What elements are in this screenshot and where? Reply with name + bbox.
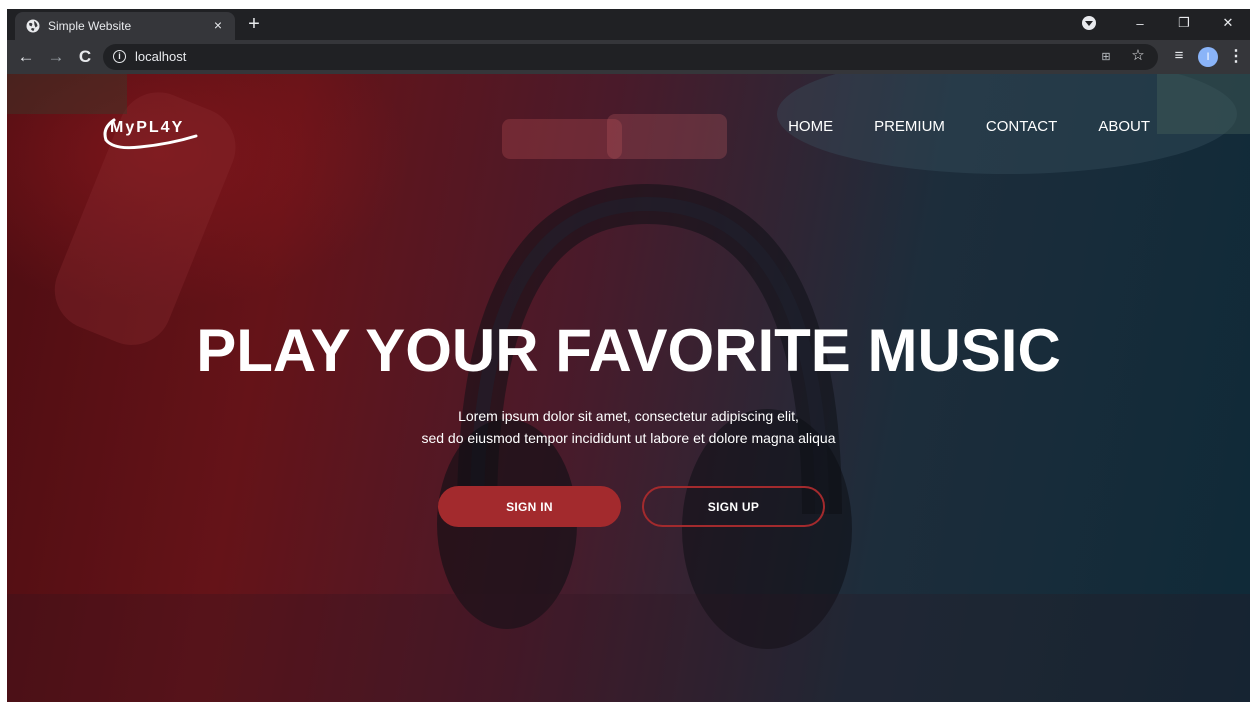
- kebab-menu-icon[interactable]: ⋮: [1228, 47, 1244, 67]
- tab-strip: Simple Website × + – ❐ ✕: [7, 9, 1250, 40]
- main-nav: HOME PREMIUM CONTACT ABOUT: [788, 118, 1150, 135]
- new-tab-button[interactable]: +: [244, 14, 264, 34]
- site-logo[interactable]: MyPL4Y: [100, 116, 200, 152]
- browser-tab[interactable]: Simple Website ×: [15, 12, 235, 40]
- restore-button[interactable]: ❐: [1162, 9, 1206, 37]
- nav-about[interactable]: ABOUT: [1098, 118, 1150, 135]
- hero-title: PLAY YOUR FAVORITE MUSIC: [196, 317, 1061, 384]
- hero-background-image: [7, 74, 1250, 702]
- sign-up-button[interactable]: SIGN UP: [642, 486, 825, 527]
- nav-premium[interactable]: PREMIUM: [874, 118, 945, 135]
- minimize-button[interactable]: –: [1118, 9, 1162, 37]
- page-viewport: MyPL4Y HOME PREMIUM CONTACT ABOUT PLAY Y…: [7, 74, 1250, 702]
- tab-search-icon[interactable]: [1082, 16, 1096, 30]
- url-text[interactable]: localhost: [135, 49, 186, 64]
- info-icon[interactable]: i: [113, 50, 126, 63]
- browser-toolbar: ← → C i localhost ⊞ ☆ ≡ I ⋮: [7, 40, 1250, 74]
- translate-icon[interactable]: ⊞: [1098, 49, 1114, 65]
- back-arrow-icon[interactable]: ←: [15, 46, 37, 68]
- globe-icon: [26, 19, 40, 33]
- avatar[interactable]: I: [1198, 47, 1218, 67]
- nav-home[interactable]: HOME: [788, 118, 833, 135]
- browser-window: Simple Website × + – ❐ ✕ ← → C i localho…: [7, 9, 1250, 702]
- logo-text: MyPL4Y: [110, 119, 185, 136]
- hero-subtitle-line: Lorem ipsum dolor sit amet, consectetur …: [458, 408, 799, 424]
- address-bar[interactable]: i localhost ⊞ ☆: [103, 44, 1158, 70]
- hero-subtitle-line: sed do eiusmod tempor incididunt ut labo…: [421, 430, 836, 446]
- media-control-icon[interactable]: ≡: [1170, 47, 1188, 65]
- tab-title: Simple Website: [48, 19, 132, 33]
- hero-subtitle: Lorem ipsum dolor sit amet, consectetur …: [7, 405, 1250, 449]
- nav-contact[interactable]: CONTACT: [986, 118, 1057, 135]
- window-controls: – ❐ ✕: [1082, 9, 1250, 37]
- reload-icon[interactable]: C: [74, 46, 96, 68]
- forward-arrow-icon[interactable]: →: [45, 46, 67, 68]
- sign-in-button[interactable]: SIGN IN: [438, 486, 621, 527]
- star-icon[interactable]: ☆: [1129, 47, 1147, 65]
- close-icon[interactable]: ×: [210, 17, 226, 33]
- close-window-button[interactable]: ✕: [1206, 9, 1250, 37]
